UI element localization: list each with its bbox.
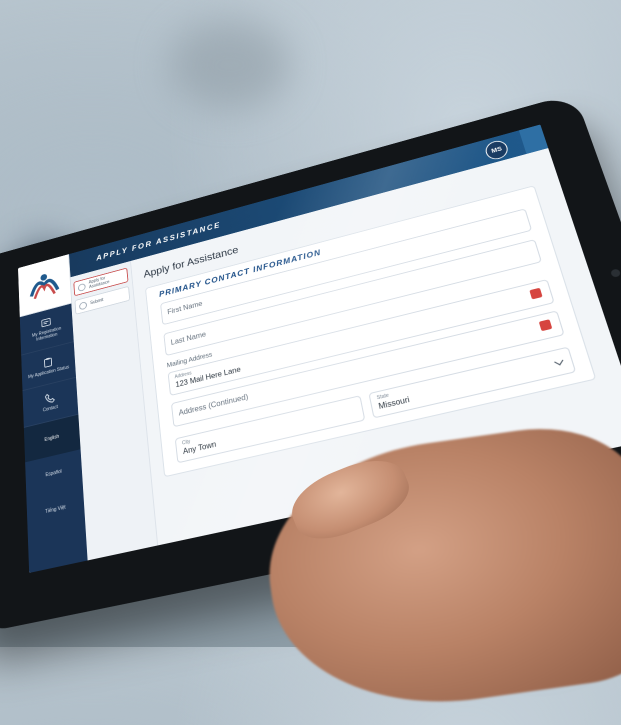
address-continued-placeholder: Address (Continued) xyxy=(178,392,249,418)
chevron-down-icon xyxy=(554,357,564,366)
logo-icon xyxy=(26,265,64,306)
step-circle-icon xyxy=(77,282,86,292)
nav-item-label: Contact xyxy=(42,404,59,414)
clipboard-icon xyxy=(43,356,54,369)
background-blur xyxy=(170,20,290,110)
autofill-icon[interactable] xyxy=(538,319,553,332)
phone-icon xyxy=(44,392,55,405)
step-circle-icon xyxy=(78,300,88,311)
autofill-icon[interactable] xyxy=(529,287,543,300)
step-label: Submit xyxy=(90,297,104,306)
ms-badge[interactable]: MS xyxy=(483,138,511,162)
id-card-icon xyxy=(41,316,52,328)
last-name-label: Last Name xyxy=(170,330,207,347)
first-name-label: First Name xyxy=(166,299,203,317)
section-title: PRIMARY CONTACT INFORMATION xyxy=(158,247,322,299)
camera-icon xyxy=(610,268,621,278)
